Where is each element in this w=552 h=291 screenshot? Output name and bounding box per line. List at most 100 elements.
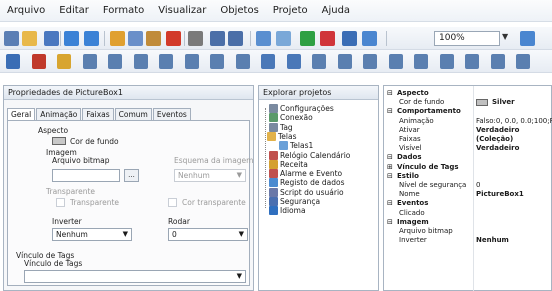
grid-category[interactable]: ⊟ Eventos xyxy=(384,199,552,208)
menu-objetos[interactable]: Objetos xyxy=(220,5,268,16)
zoom-fit-icon[interactable] xyxy=(362,31,377,46)
bg-color-swatch[interactable] xyxy=(52,137,66,145)
grid-property-row[interactable]: Nome PictureBox1 xyxy=(384,190,552,199)
expand-toggle-icon[interactable]: ⊟ xyxy=(387,107,393,115)
tree-item-0[interactable]: Configurações xyxy=(269,104,334,113)
chevron-down-icon[interactable]: ▼ xyxy=(502,32,508,41)
snap-grid-icon[interactable] xyxy=(228,31,243,46)
grid-property-value[interactable]: Silver xyxy=(492,98,515,106)
expand-toggle-icon[interactable]: ⊟ xyxy=(387,89,393,97)
same-width-icon[interactable] xyxy=(312,54,326,69)
tree-item-3[interactable]: Telas xyxy=(267,131,297,141)
tree-item-1[interactable]: Conexão xyxy=(269,113,313,123)
tree-item-5[interactable]: Relógio Calendário xyxy=(269,150,350,160)
align-top-icon[interactable] xyxy=(159,54,173,69)
zoom-window-icon[interactable] xyxy=(520,31,535,46)
expand-toggle-icon[interactable]: ⊟ xyxy=(387,153,393,161)
grid-property-row[interactable]: Faixas (Coleção) xyxy=(384,135,552,144)
order-icon[interactable] xyxy=(490,54,505,69)
tree-item-7[interactable]: Alarme e Evento xyxy=(269,169,342,179)
menu-formato[interactable]: Formato xyxy=(103,5,154,16)
expand-toggle-icon[interactable]: ⊟ xyxy=(387,218,393,226)
grid-property-row[interactable]: Cor de fundo Silver xyxy=(384,98,552,107)
expand-toggle-icon[interactable]: ⊟ xyxy=(387,199,393,207)
stop-icon[interactable] xyxy=(320,31,335,46)
space-vertical-icon[interactable] xyxy=(414,54,428,69)
align-center-icon[interactable] xyxy=(108,54,122,69)
ungroup-icon[interactable] xyxy=(286,54,301,69)
menu-ajuda[interactable]: Ajuda xyxy=(322,5,360,16)
grid-property-row[interactable]: Ativar Verdadeiro xyxy=(384,126,552,135)
menu-visualizar[interactable]: Visualizar xyxy=(158,5,216,16)
expand-toggle-icon[interactable]: ⊞ xyxy=(387,163,393,171)
tree-item-4[interactable]: Telas1 xyxy=(279,141,313,151)
grid-property-row[interactable]: Animação Falso:0, 0.0, 0.0;100;Fals xyxy=(384,117,552,126)
grid-category[interactable]: ⊟ Estilo xyxy=(384,172,552,181)
grid-category[interactable]: ⊟ Dados xyxy=(384,153,552,162)
open-folder-icon[interactable] xyxy=(22,31,37,46)
grid-property-row[interactable]: Inverter Nenhum xyxy=(384,236,552,245)
tab-comum[interactable]: Comum xyxy=(114,108,152,120)
bar-chart-icon[interactable] xyxy=(256,31,271,46)
grid-property-row[interactable]: Arquivo bitmap xyxy=(384,227,552,236)
paste-icon[interactable] xyxy=(146,31,161,46)
send-back-icon[interactable] xyxy=(31,54,46,69)
delete-icon[interactable] xyxy=(166,31,181,46)
grid-property-value[interactable]: Verdadeiro xyxy=(476,144,519,152)
grid-property-value[interactable]: (Coleção) xyxy=(476,135,513,143)
grid-property-value[interactable]: Verdadeiro xyxy=(476,126,519,134)
center-vertical-icon[interactable] xyxy=(465,54,479,69)
browse-button[interactable]: ... xyxy=(124,169,139,182)
rotate-select[interactable]: 0 ▼ xyxy=(168,228,248,241)
grid-category[interactable]: ⊟ Imagem xyxy=(384,218,552,227)
tag-link-select[interactable]: ▼ xyxy=(24,270,246,283)
redo-icon[interactable] xyxy=(84,31,99,46)
more-icon[interactable] xyxy=(516,54,530,69)
find-icon[interactable] xyxy=(188,31,203,46)
menu-arquivo[interactable]: Arquivo xyxy=(7,5,55,16)
transfer-icon[interactable] xyxy=(276,31,291,46)
download-icon[interactable] xyxy=(342,31,357,46)
same-height-icon[interactable] xyxy=(337,54,352,69)
image-scheme-select[interactable]: Nenhum ▼ xyxy=(174,169,246,182)
zoom-select[interactable]: 100% xyxy=(434,31,500,46)
grid-category[interactable]: ⊞ Vínculo de Tags xyxy=(384,163,552,172)
bitmap-file-field[interactable] xyxy=(52,169,120,182)
menu-projeto[interactable]: Projeto xyxy=(273,5,318,16)
tree-item-6[interactable]: Receita xyxy=(269,159,308,169)
same-size-icon[interactable] xyxy=(363,54,377,69)
grid-property-row[interactable]: Visível Verdadeiro xyxy=(384,144,552,153)
tree-item-8[interactable]: Registo de dados xyxy=(269,178,345,188)
grid-category[interactable]: ⊟ Comportamento xyxy=(384,107,552,116)
align-bottom-icon[interactable] xyxy=(210,54,224,69)
bring-front-icon[interactable] xyxy=(6,54,20,69)
tree-item-2[interactable]: Tag xyxy=(269,122,293,132)
space-horizontal-icon[interactable] xyxy=(388,54,403,69)
transparent-checkbox[interactable] xyxy=(56,198,65,207)
grid-icon[interactable] xyxy=(210,31,225,46)
tab-faixas[interactable]: Faixas xyxy=(82,108,114,120)
grid-property-value[interactable]: Nenhum xyxy=(476,236,509,244)
expand-toggle-icon[interactable]: ⊟ xyxy=(387,172,393,180)
group-icon[interactable] xyxy=(261,54,275,69)
tab-geral[interactable]: Geral xyxy=(7,108,36,120)
tree-item-10[interactable]: Segurança xyxy=(269,197,320,206)
run-icon[interactable] xyxy=(300,31,315,46)
grid-property-value[interactable]: 0 xyxy=(476,181,480,189)
tree-item-11[interactable]: Idioma xyxy=(269,206,306,216)
undo-icon[interactable] xyxy=(64,31,79,46)
rotate-icon[interactable] xyxy=(235,54,250,69)
transparent-color-swatch[interactable] xyxy=(168,198,177,207)
align-left-icon[interactable] xyxy=(82,54,97,69)
center-horizontal-icon[interactable] xyxy=(439,54,454,69)
grid-property-row[interactable]: Nível de segurança 0 xyxy=(384,181,552,190)
grid-property-row[interactable]: Clicado xyxy=(384,209,552,218)
save-icon[interactable] xyxy=(44,31,59,46)
align-middle-icon[interactable] xyxy=(184,54,199,69)
new-window-icon[interactable] xyxy=(4,31,19,46)
invert-select[interactable]: Nenhum ▼ xyxy=(52,228,132,241)
tab-eventos[interactable]: Eventos xyxy=(152,108,191,120)
copy-icon[interactable] xyxy=(128,31,143,46)
align-right-icon[interactable] xyxy=(133,54,148,69)
grid-category[interactable]: ⊟ Aspecto xyxy=(384,89,552,98)
